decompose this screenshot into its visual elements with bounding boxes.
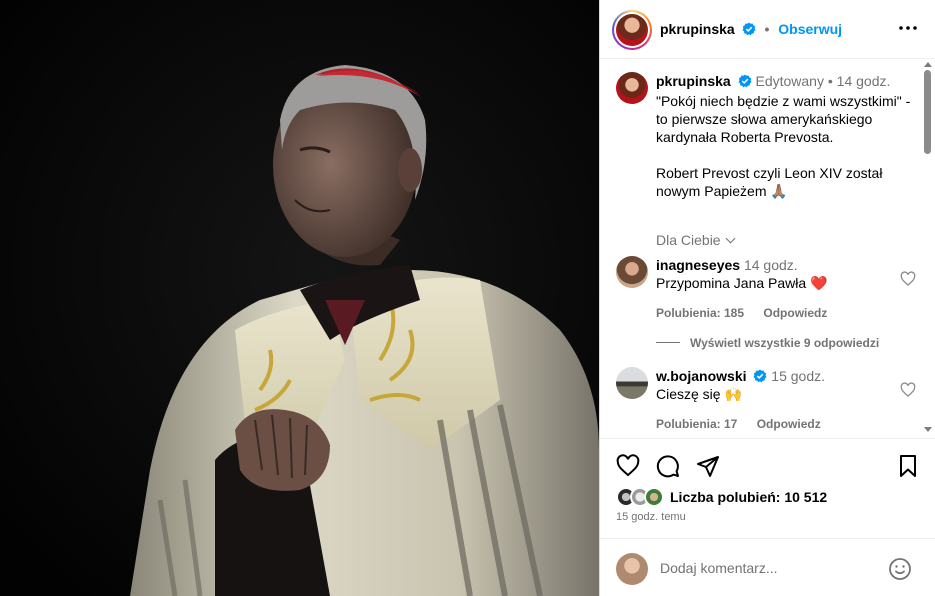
commenter-username[interactable]: w.bojanowski — [656, 368, 747, 384]
dla-ciebie-dropdown[interactable]: Dla Ciebie — [656, 232, 736, 248]
comment-item: inagneseyes 14 godz. Przypomina Jana Paw… — [616, 256, 916, 320]
post-time: 15 godz. temu — [616, 511, 686, 523]
author-username[interactable]: pkrupinska — [660, 21, 735, 37]
post-image[interactable] — [0, 0, 599, 596]
comment-time: 15 godz. — [771, 368, 825, 384]
caption-username[interactable]: pkrupinska — [656, 73, 731, 89]
more-options-icon[interactable] — [896, 18, 920, 38]
liker-avatar — [644, 487, 664, 507]
comment-text: Przypomina Jana Pawła ❤️ — [656, 275, 828, 291]
verified-badge-icon — [753, 369, 767, 383]
comment-item: w.bojanowski 15 godz. Cieszę się 🙌 Polub… — [616, 367, 916, 431]
comment-likes[interactable]: Polubienia: 17 — [656, 417, 737, 431]
comments-scrollbar[interactable] — [923, 62, 933, 436]
follow-button[interactable]: Obserwuj — [778, 21, 842, 37]
author-avatar[interactable] — [612, 10, 652, 50]
emoji-icon[interactable] — [888, 557, 912, 581]
post-header: pkrupinska • Obserwuj — [600, 0, 935, 59]
like-heart-icon[interactable] — [616, 454, 640, 478]
verified-badge-icon — [742, 22, 756, 36]
comment-likes[interactable]: Polubienia: 185 — [656, 306, 744, 320]
commenter-username[interactable]: inagneseyes — [656, 257, 740, 273]
caption-time: 14 godz. — [836, 73, 891, 89]
post-actions: Liczba polubień: 10 512 15 godz. temu — [600, 438, 935, 538]
reply-button[interactable]: Odpowiedz — [763, 306, 827, 320]
verified-badge-icon — [738, 74, 752, 88]
bookmark-icon[interactable] — [896, 454, 920, 478]
scroll-down-icon[interactable] — [924, 427, 932, 432]
reply-button[interactable]: Odpowiedz — [757, 417, 821, 431]
comment-input[interactable] — [660, 559, 880, 577]
comment-icon[interactable] — [656, 454, 680, 478]
share-icon[interactable] — [696, 454, 720, 478]
likes-count[interactable]: Liczba polubień: 10 512 — [670, 489, 827, 505]
current-user-avatar — [616, 553, 648, 585]
comment-text: Cieszę się 🙌 — [656, 386, 742, 402]
comments-section[interactable]: pkrupinska Edytowany • 14 godz. "Pokój n… — [600, 60, 935, 438]
caption-text: "Pokój niech będzie z wami wszystkimi" -… — [656, 93, 911, 199]
chevron-down-icon — [725, 233, 736, 244]
dla-ciebie-label: Dla Ciebie — [656, 232, 721, 248]
separator-dot: • — [827, 73, 833, 89]
add-comment-bar — [600, 538, 935, 596]
scroll-thumb[interactable] — [924, 70, 931, 154]
caption-avatar[interactable] — [616, 72, 648, 104]
scroll-up-icon[interactable] — [924, 62, 932, 67]
commenter-avatar[interactable] — [616, 256, 648, 288]
heart-icon[interactable] — [900, 271, 916, 287]
comment-time: 14 godz. — [743, 257, 798, 273]
post-panel: pkrupinska • Obserwuj pkrupinska Edytowa… — [599, 0, 935, 596]
edited-label: Edytowany — [755, 73, 824, 89]
separator-dot: • — [764, 21, 770, 37]
heart-icon[interactable] — [900, 382, 916, 398]
cardinal-photo — [0, 0, 599, 596]
commenter-avatar[interactable] — [616, 367, 648, 399]
view-replies-link[interactable]: Wyświetl wszystkie 9 odpowiedzi — [656, 336, 879, 350]
